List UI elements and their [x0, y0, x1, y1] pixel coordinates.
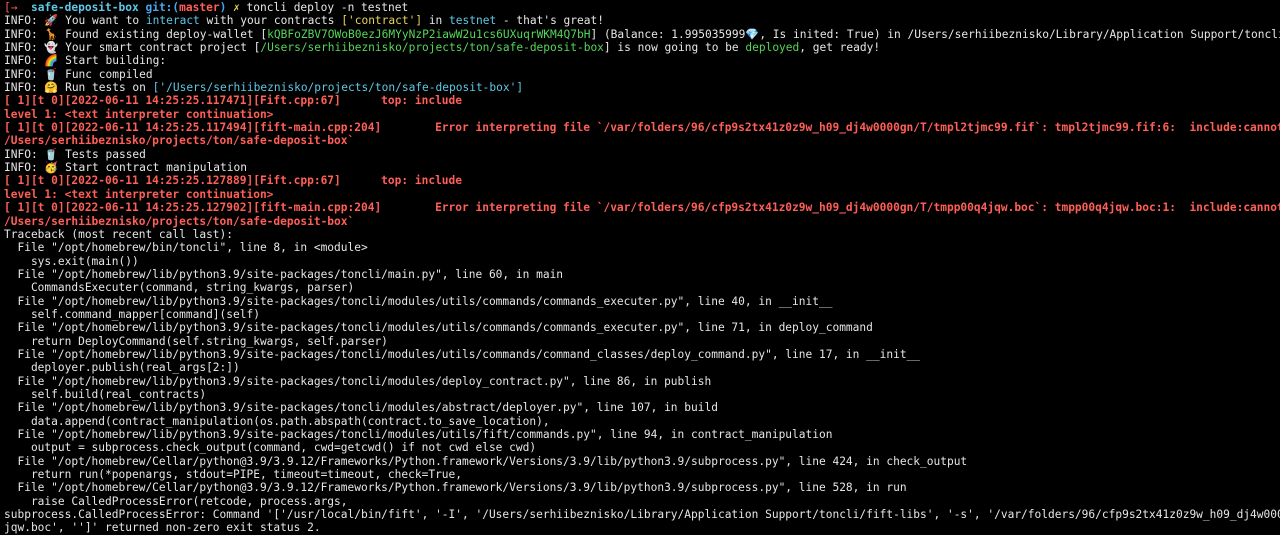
terminal-line: File "/opt/homebrew/Cellar/python@3.9/3.… — [4, 481, 1280, 494]
terminal-line: File "/opt/homebrew/lib/python3.9/site-p… — [4, 428, 1280, 441]
terminal-line: INFO: 🚀 You want to interact with your c… — [4, 14, 1280, 27]
terminal-line: self.build(real_contracts) — [4, 388, 1280, 401]
terminal-text: Traceback (most recent call last): — [4, 227, 234, 241]
terminal-text: safe-deposit-box — [30, 1, 139, 14]
terminal-text: testnet — [449, 14, 497, 28]
terminal-line: raise CalledProcessError(retcode, proces… — [4, 495, 1280, 508]
terminal-line: File "/opt/homebrew/lib/python3.9/site-p… — [4, 321, 1280, 334]
terminal-text: File "/opt/homebrew/lib/python3.9/site-p… — [4, 374, 712, 388]
terminal-line: output = subprocess.check_output(command… — [4, 441, 1280, 454]
terminal-line: File "/opt/homebrew/lib/python3.9/site-p… — [4, 268, 1280, 281]
terminal-text: [ 1][t 0][2022-06-11 14:25:25.117471][Fi… — [4, 94, 463, 108]
terminal-line: [ 1][t 0][2022-06-11 14:25:25.117471][Fi… — [4, 94, 1280, 107]
terminal-text: , get ready! — [799, 41, 881, 55]
terminal-line: INFO: 🥤 Tests passed — [4, 148, 1280, 161]
terminal-line: File "/opt/homebrew/lib/python3.9/site-p… — [4, 295, 1280, 308]
terminal-line: subprocess.CalledProcessError: Command '… — [4, 508, 1280, 521]
terminal-text: INFO: 🥤 Tests passed — [4, 147, 146, 161]
terminal-text: INFO: 🥤 Func compiled — [4, 67, 153, 81]
terminal-text: /Users/serhiibeznisko/projects/ton/safe-… — [4, 214, 355, 228]
terminal-line: [ 1][t 0][2022-06-11 14:25:25.127889][Fi… — [4, 174, 1280, 187]
terminal-text: File "/opt/homebrew/Cellar/python@3.9/3.… — [4, 481, 907, 495]
terminal-text: INFO: 🦒 Found existing deploy-wallet [ — [4, 27, 268, 41]
terminal-line: INFO: 🦒 Found existing deploy-wallet [kQ… — [4, 28, 1280, 41]
terminal-text: in — [422, 14, 450, 28]
terminal-line: level 1: <text interpreter continuation> — [4, 188, 1280, 201]
terminal-text: level 1: <text interpreter continuation> — [4, 187, 274, 201]
terminal-text: ['contract'] — [341, 14, 423, 28]
terminal-line: self.command_mapper[command](self) — [4, 308, 1280, 321]
terminal-line: INFO: 🥤 Func compiled — [4, 68, 1280, 81]
terminal-line: /Users/serhiibeznisko/projects/ton/safe-… — [4, 134, 1280, 147]
terminal-text: File "/opt/homebrew/lib/python3.9/site-p… — [4, 321, 873, 335]
terminal-line: jqw.boc', '']' returned non-zero exit st… — [4, 521, 1280, 534]
terminal-line: Traceback (most recent call last): — [4, 228, 1280, 241]
terminal-text: kQBFoZBV7OWoB0ezJ6MYyNzP2iawW2u1cs6UXuqr… — [267, 27, 591, 41]
terminal-line: File "/opt/homebrew/Cellar/python@3.9/3.… — [4, 455, 1280, 468]
terminal-text: INFO: 🚀 You want to — [4, 14, 146, 28]
terminal-line: deployer.publish(real_args[2:]) — [4, 361, 1280, 374]
terminal-text: /Users/serhiibeznisko/projects/ton/safe-… — [4, 134, 355, 148]
terminal-text: toncli deploy -n testnet — [239, 1, 409, 14]
terminal-line: INFO: 👻 Your smart contract project [/Us… — [4, 41, 1280, 54]
terminal-text: [→ — [4, 1, 31, 14]
terminal-text: deployed — [745, 41, 800, 55]
terminal-text: INFO: 👻 Your smart contract project [ — [4, 41, 261, 55]
terminal-text: CommandsExecuter(command, string_kwargs,… — [4, 281, 355, 295]
terminal-text: ✗ — [226, 1, 240, 14]
terminal-text: raise CalledProcessError(retcode, proces… — [4, 494, 348, 508]
terminal-line: INFO: 🥳 Start contract manipulation — [4, 161, 1280, 174]
terminal-text: ] (Balance: 1.995035999💎, Is inited: Tru… — [590, 27, 1280, 41]
terminal-text: File "/opt/homebrew/lib/python3.9/site-p… — [4, 267, 564, 281]
terminal-line: CommandsExecuter(command, string_kwargs,… — [4, 281, 1280, 294]
terminal-text: jqw.boc', '']' returned non-zero exit st… — [4, 521, 321, 535]
terminal-text: File "/opt/homebrew/lib/python3.9/site-p… — [4, 347, 921, 361]
terminal-line: /Users/serhiibeznisko/projects/ton/safe-… — [4, 215, 1280, 228]
terminal-text: - that's great! — [496, 14, 604, 28]
terminal-text: INFO: 🥳 Start contract manipulation — [4, 161, 247, 175]
terminal-output[interactable]: [→ safe-deposit-box git:(master) ✗ toncl… — [0, 0, 1280, 534]
terminal-line: [ 1][t 0][2022-06-11 14:25:25.117494][fi… — [4, 121, 1280, 134]
terminal-line: sys.exit(main()) — [4, 255, 1280, 268]
terminal-text: INFO: 🌈 Start building: — [4, 54, 167, 68]
terminal-line: data.append(contract_manipulation(os.pat… — [4, 415, 1280, 428]
terminal-line: return run(*popenargs, stdout=PIPE, time… — [4, 468, 1280, 481]
terminal-text: File "/opt/homebrew/lib/python3.9/site-p… — [4, 401, 718, 415]
terminal-text: sys.exit(main()) — [4, 254, 139, 268]
terminal-text: git:( — [138, 1, 180, 14]
prompt-line: [→ safe-deposit-box git:(master) ✗ toncl… — [4, 1, 1280, 14]
terminal-line: level 1: <text interpreter continuation> — [4, 108, 1280, 121]
terminal-text: return run(*popenargs, stdout=PIPE, time… — [4, 468, 463, 482]
terminal-line: [ 1][t 0][2022-06-11 14:25:25.127902][fi… — [4, 201, 1280, 214]
terminal-line: File "/opt/homebrew/lib/python3.9/site-p… — [4, 348, 1280, 361]
terminal-text: master — [179, 1, 220, 14]
terminal-line: File "/opt/homebrew/lib/python3.9/site-p… — [4, 401, 1280, 414]
terminal-line: File "/opt/homebrew/bin/toncli", line 8,… — [4, 241, 1280, 254]
terminal-text: File "/opt/homebrew/lib/python3.9/site-p… — [4, 294, 833, 308]
terminal-text: [ 1][t 0][2022-06-11 14:25:25.127902][fi… — [4, 201, 1280, 215]
terminal-text: self.command_mapper[command](self) — [4, 307, 260, 321]
terminal-text: /Users/serhiibeznisko/projects/ton/safe-… — [260, 41, 604, 55]
terminal-line: return DeployCommand(self.string_kwargs,… — [4, 335, 1280, 348]
terminal-text: self.build(real_contracts) — [4, 387, 207, 401]
terminal-text: deployer.publish(real_args[2:]) — [4, 361, 240, 375]
terminal-text: File "/opt/homebrew/Cellar/python@3.9/3.… — [4, 454, 968, 468]
terminal-text: ] is now going to be — [603, 41, 746, 55]
terminal-text: data.append(contract_manipulation(os.pat… — [4, 414, 550, 428]
terminal-line: INFO: 🤗 Run tests on ['/Users/serhiibezn… — [4, 81, 1280, 94]
terminal-text: output = subprocess.check_output(command… — [4, 441, 537, 455]
terminal-line: INFO: 🌈 Start building: — [4, 54, 1280, 67]
terminal-text: with your contracts — [199, 14, 342, 28]
terminal-text: File "/opt/homebrew/lib/python3.9/site-p… — [4, 428, 833, 441]
terminal-text: level 1: <text interpreter continuation> — [4, 107, 274, 121]
terminal-text: ['/Users/serhiibeznisko/projects/ton/saf… — [152, 81, 524, 95]
terminal-text: [ 1][t 0][2022-06-11 14:25:25.127889][Fi… — [4, 174, 463, 188]
terminal-text: [ 1][t 0][2022-06-11 14:25:25.117494][fi… — [4, 121, 1280, 135]
terminal-text: interact — [145, 14, 200, 28]
terminal-line: File "/opt/homebrew/lib/python3.9/site-p… — [4, 375, 1280, 388]
terminal-text: INFO: 🤗 Run tests on — [4, 81, 153, 95]
terminal-text: subprocess.CalledProcessError: Command '… — [4, 508, 1280, 522]
terminal-text: return DeployCommand(self.string_kwargs,… — [4, 334, 388, 348]
terminal-text: File "/opt/homebrew/bin/toncli", line 8,… — [4, 241, 368, 255]
